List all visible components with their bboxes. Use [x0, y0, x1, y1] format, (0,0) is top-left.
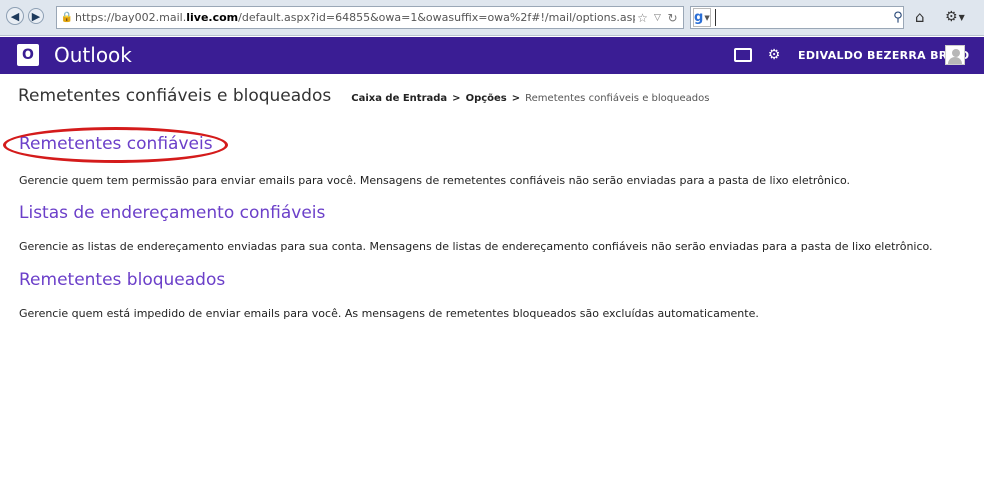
- breadcrumb-options[interactable]: Opções: [466, 93, 507, 104]
- google-icon[interactable]: g ▼: [693, 8, 711, 27]
- safe-senders-description: Gerencie quem tem permissão para enviar …: [19, 174, 851, 187]
- search-input[interactable]: [714, 9, 893, 26]
- breadcrumb-separator: >: [511, 93, 521, 104]
- url-text[interactable]: https://bay002.mail.live.com/default.asp…: [75, 11, 635, 24]
- refresh-icon[interactable]: ↻: [665, 11, 680, 25]
- breadcrumb: Caixa de Entrada > Opções > Remetentes c…: [351, 93, 709, 104]
- page-title: Remetentes confiáveis e bloqueados: [18, 86, 332, 106]
- search-box[interactable]: g ▼ ⚲: [690, 6, 904, 29]
- app-name[interactable]: Outlook: [54, 43, 132, 67]
- safe-mailing-lists-link[interactable]: Listas de endereçamento confiáveis: [19, 203, 325, 223]
- breadcrumb-separator: >: [452, 93, 461, 104]
- blocked-senders-description: Gerencie quem está impedido de enviar em…: [19, 307, 759, 320]
- gear-icon[interactable]: ⚙: [765, 46, 783, 64]
- url-prefix: https://bay002.mail.: [75, 11, 187, 24]
- title-row: Remetentes confiáveis e bloqueados Caixa…: [18, 86, 709, 106]
- home-icon[interactable]: ⌂: [915, 7, 925, 27]
- user-name[interactable]: EDIVALDO BEZERRA BRITO: [798, 49, 969, 62]
- dropdown-icon[interactable]: ▽: [650, 13, 665, 23]
- lock-icon: 🔒: [60, 12, 74, 23]
- breadcrumb-current: Remetentes confiáveis e bloqueados: [525, 93, 710, 104]
- outlook-header: O Outlook ⚙ EDIVALDO BEZERRA BRITO: [0, 37, 984, 74]
- avatar[interactable]: [945, 45, 965, 65]
- forward-icon[interactable]: ▶: [28, 8, 44, 24]
- chat-icon[interactable]: [734, 48, 752, 62]
- search-icon[interactable]: ⚲: [893, 10, 903, 25]
- star-icon[interactable]: ☆: [635, 11, 650, 25]
- url-domain: live.com: [186, 11, 239, 24]
- url-suffix: /default.aspx?id=64855&owa=1&owasuffix=o…: [238, 11, 635, 24]
- blocked-senders-link[interactable]: Remetentes bloqueados: [19, 270, 225, 290]
- breadcrumb-inbox[interactable]: Caixa de Entrada: [351, 93, 447, 104]
- back-icon[interactable]: ◀: [6, 7, 24, 25]
- outlook-logo[interactable]: O: [17, 44, 39, 66]
- browser-toolbar: ◀ ▶ 🔒 https://bay002.mail.live.com/defau…: [0, 0, 984, 36]
- address-bar[interactable]: 🔒 https://bay002.mail.live.com/default.a…: [56, 6, 684, 29]
- gear-menu-icon[interactable]: ⚙ ▼: [945, 7, 965, 27]
- safe-mailing-lists-description: Gerencie as listas de endereçamento envi…: [19, 240, 933, 253]
- highlight-circle: [3, 127, 228, 163]
